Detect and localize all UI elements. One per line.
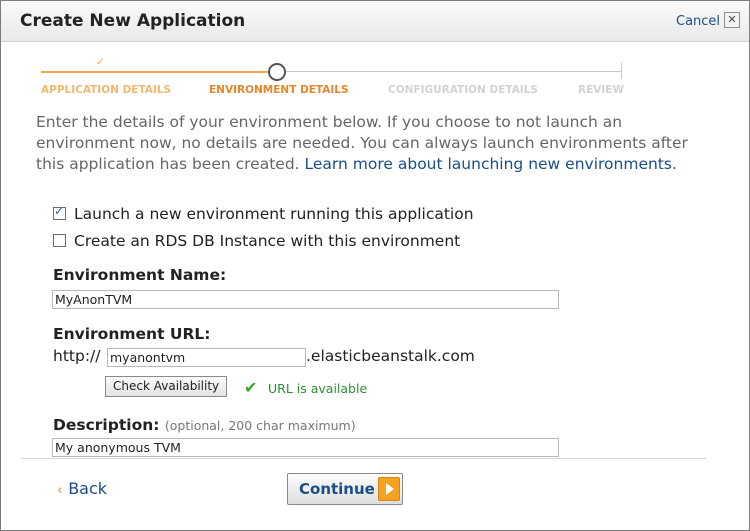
env-url-suffix: .elasticbeanstalk.com — [306, 347, 475, 365]
env-url-input[interactable]: myanontvm — [107, 348, 306, 367]
step-complete-check-icon: ✓ — [96, 57, 105, 68]
intro-text: Enter the details of your environment be… — [36, 112, 706, 175]
launch-env-checkbox[interactable] — [53, 204, 66, 220]
env-url-prefix: http:// — [53, 347, 101, 365]
close-icon[interactable]: ✕ — [724, 12, 740, 28]
create-rds-checkbox[interactable] — [53, 234, 66, 247]
checkmark-icon: ✔ — [244, 378, 258, 397]
create-rds-option[interactable]: Create an RDS DB Instance with this envi… — [53, 232, 460, 250]
launch-env-option[interactable]: Launch a new environment running this ap… — [53, 204, 474, 223]
env-url-label: Environment URL: — [53, 325, 211, 343]
url-status-text: URL is available — [268, 381, 368, 396]
description-label-text: Description: — [53, 416, 160, 434]
back-link[interactable]: ‹ Back — [57, 479, 107, 498]
description-label: Description: (optional, 200 char maximum… — [53, 416, 356, 434]
step-current-marker — [268, 63, 286, 81]
back-label: Back — [68, 479, 108, 498]
step-application-details: APPLICATION DETAILS — [41, 84, 172, 96]
dialog-title: Create New Application — [20, 11, 246, 31]
description-input[interactable]: My anonymous TVM — [52, 438, 559, 457]
footer-divider — [21, 458, 706, 459]
learn-more-link[interactable]: Learn more about launching new environme… — [305, 155, 677, 173]
chevron-left-icon: ‹ — [57, 483, 63, 498]
dialog-titlebar: Create New Application Cancel ✕ — [1, 1, 749, 42]
description-hint: (optional, 200 char maximum) — [164, 418, 356, 433]
arrow-right-icon — [378, 477, 400, 501]
stepper-remaining-line — [285, 71, 621, 72]
create-rds-label: Create an RDS DB Instance with this envi… — [74, 232, 461, 250]
cancel-link[interactable]: Cancel — [676, 14, 720, 29]
check-availability-button[interactable]: Check Availability — [105, 376, 228, 397]
env-name-label: Environment Name: — [53, 266, 227, 284]
step-environment-details: ENVIRONMENT DETAILS — [209, 84, 349, 96]
launch-env-label: Launch a new environment running this ap… — [74, 205, 474, 223]
continue-label: Continue — [299, 480, 375, 498]
step-configuration-details: CONFIGURATION DETAILS — [388, 84, 538, 96]
create-application-dialog: Create New Application Cancel ✕ ✓ APPLIC… — [0, 0, 750, 531]
stepper-progress-line — [41, 71, 272, 73]
env-name-input[interactable]: MyAnonTVM — [52, 290, 559, 309]
step-review: REVIEW — [578, 84, 625, 96]
stepper-end-tick — [621, 63, 622, 79]
continue-button[interactable]: Continue — [287, 473, 403, 505]
